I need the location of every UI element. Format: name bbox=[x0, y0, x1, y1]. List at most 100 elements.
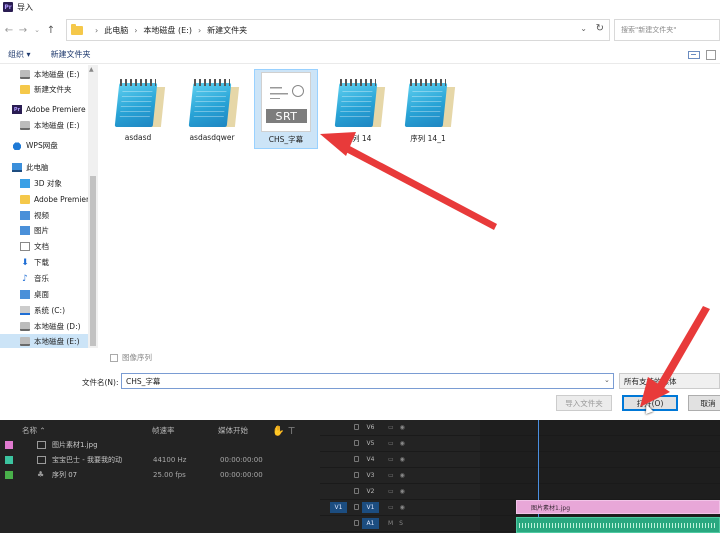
notepad-file-icon bbox=[401, 75, 456, 131]
desktop-icon bbox=[20, 290, 30, 299]
computer-icon bbox=[12, 163, 22, 172]
srt-file-icon: SRT bbox=[261, 72, 311, 132]
new-folder-button[interactable]: 新建文件夹 bbox=[51, 49, 91, 60]
lock-icon bbox=[354, 456, 359, 462]
premiere-logo-icon: Pr bbox=[3, 2, 13, 12]
sidebar-item[interactable]: ♪ 音乐 bbox=[20, 271, 49, 286]
lock-icon bbox=[354, 488, 359, 494]
picture-icon bbox=[20, 226, 30, 235]
track-v2[interactable]: V2 ▭◉ bbox=[320, 484, 720, 500]
cancel-button[interactable]: 取消 bbox=[688, 395, 720, 411]
hand-tool-icon[interactable]: ✋ bbox=[272, 426, 288, 437]
srt-badge: SRT bbox=[266, 109, 307, 123]
chevron-right-icon: › bbox=[197, 25, 202, 35]
sidebar-item[interactable]: 图片 bbox=[20, 223, 49, 238]
search-input[interactable]: 搜索"新建文件夹" bbox=[614, 19, 720, 41]
project-row[interactable]: 宝宝巴士 - 我要我的动 44100 Hz 00:00:00:00 bbox=[0, 452, 263, 467]
recent-chevron-icon[interactable]: ⌄ bbox=[30, 21, 44, 39]
video-clip-icon bbox=[37, 455, 46, 464]
track-v3[interactable]: V3 ▭◉ bbox=[320, 468, 720, 484]
audio-clip[interactable] bbox=[516, 517, 720, 533]
filename-label: 文件名(N): bbox=[82, 378, 119, 387]
view-options-icon[interactable] bbox=[688, 51, 700, 59]
refresh-icon[interactable]: ↻ bbox=[596, 23, 604, 34]
label-color-swatch bbox=[5, 470, 13, 479]
track-toggle-icons: ▭◉ bbox=[388, 488, 411, 495]
document-icon bbox=[20, 242, 30, 251]
forward-arrow-icon[interactable]: → bbox=[16, 21, 30, 39]
drive-icon bbox=[20, 337, 30, 346]
image-sequence-checkbox[interactable] bbox=[110, 353, 118, 362]
track-v5[interactable]: V5 ▭◉ bbox=[320, 436, 720, 452]
track-v6[interactable]: V6 ▭◉ bbox=[320, 420, 720, 436]
folder-icon bbox=[20, 195, 30, 204]
file-item[interactable]: 序列 14_1 bbox=[396, 71, 460, 151]
file-item[interactable]: asdasd bbox=[106, 71, 170, 151]
sequence-icon: ♣ bbox=[37, 469, 45, 479]
sidebar-item[interactable]: ⬇ 下载 bbox=[20, 255, 49, 270]
sidebar-item[interactable]: 文档 bbox=[20, 239, 49, 254]
back-arrow-icon[interactable]: ← bbox=[2, 21, 16, 39]
track-toggle-icons: ▭◉ bbox=[388, 456, 411, 463]
file-item[interactable]: 序列 14 bbox=[326, 71, 390, 151]
navigation-pane: 本地磁盘 (E:) 新建文件夹 Pr Adobe Premiere 本地磁盘 (E… bbox=[0, 65, 98, 348]
file-type-select[interactable]: 所有支持的媒体 bbox=[619, 373, 720, 389]
address-bar[interactable]: › 此电脑 › 本地磁盘 (E:) › 新建文件夹 ⌄ ↻ bbox=[66, 19, 610, 41]
column-framerate[interactable]: 帧速率 bbox=[152, 425, 175, 436]
type-tool-icon[interactable]: T bbox=[288, 426, 298, 437]
sidebar-item[interactable]: 视频 bbox=[20, 208, 49, 223]
drive-icon bbox=[20, 322, 30, 331]
file-item-selected[interactable]: SRT CHS_字幕 bbox=[254, 69, 318, 149]
column-name[interactable]: 名称 ⌃ bbox=[22, 425, 46, 436]
sidebar-item-selected[interactable]: 本地磁盘 (E:) bbox=[0, 334, 88, 348]
source-patch-v1: V1 bbox=[330, 502, 347, 513]
sidebar-item[interactable]: 新建文件夹 bbox=[20, 82, 72, 97]
scroll-up-arrow-icon[interactable]: ▲ bbox=[89, 66, 94, 73]
track-v4[interactable]: V4 ▭◉ bbox=[320, 452, 720, 468]
project-panel: 名称 ⌃ 帧速率 媒体开始 图片素材1.jpg 宝宝巴士 - 我要我的动 441… bbox=[0, 420, 263, 533]
video-clip[interactable]: 图片素材1.jpg bbox=[516, 500, 720, 514]
sidebar-item[interactable]: 桌面 bbox=[20, 287, 49, 302]
drive-icon bbox=[20, 70, 30, 79]
filename-input[interactable]: CHS_字幕 bbox=[121, 373, 614, 389]
cube-icon bbox=[20, 179, 30, 188]
file-item[interactable]: asdasdqwer bbox=[180, 71, 244, 151]
up-arrow-icon[interactable]: ↑ bbox=[44, 21, 58, 39]
label-color-swatch bbox=[5, 440, 13, 449]
sidebar-item[interactable]: Adobe Premiere bbox=[20, 192, 94, 207]
chevron-down-icon[interactable]: ⌄ bbox=[604, 376, 610, 384]
track-toggle-icons: ▭◉ bbox=[388, 424, 411, 431]
lock-icon bbox=[354, 424, 359, 430]
breadcrumb-item[interactable]: 本地磁盘 (E:) bbox=[143, 25, 192, 36]
sidebar-item[interactable]: 3D 对象 bbox=[20, 176, 62, 191]
image-icon bbox=[37, 440, 46, 449]
sidebar-item[interactable]: WPS网盘 bbox=[12, 138, 58, 153]
chevron-right-icon: › bbox=[95, 25, 99, 35]
toolbar: 组织 ▾ 新建文件夹 bbox=[0, 46, 720, 64]
sidebar-item[interactable]: 本地磁盘 (D:) bbox=[20, 319, 81, 334]
project-row[interactable]: ♣ 序列 07 25.00 fps 00:00:00:00 bbox=[0, 467, 263, 482]
project-row[interactable]: 图片素材1.jpg bbox=[0, 437, 260, 452]
breadcrumb-item[interactable]: 新建文件夹 bbox=[207, 25, 247, 36]
sidebar-item[interactable]: 此电脑 bbox=[12, 160, 49, 175]
preview-pane-icon[interactable] bbox=[706, 50, 716, 60]
column-media-start[interactable]: 媒体开始 bbox=[218, 425, 248, 436]
image-sequence-option[interactable]: 图像序列 bbox=[110, 352, 152, 363]
folder-icon bbox=[20, 85, 30, 94]
breadcrumb-item[interactable]: 此电脑 bbox=[104, 25, 128, 36]
sidebar-item[interactable]: 系统 (C:) bbox=[20, 303, 65, 318]
lock-icon bbox=[354, 440, 359, 446]
organize-menu[interactable]: 组织 ▾ bbox=[8, 49, 31, 60]
chevron-down-icon[interactable]: ⌄ bbox=[580, 24, 587, 33]
sidebar-scroll-thumb[interactable] bbox=[90, 176, 96, 346]
music-icon: ♪ bbox=[22, 273, 28, 284]
sidebar-item[interactable]: 本地磁盘 (E:) bbox=[20, 118, 80, 133]
import-folder-button[interactable]: 导入文件夹 bbox=[556, 395, 612, 411]
premiere-icon: Pr bbox=[12, 105, 22, 114]
track-toggle-icons: ▭◉ bbox=[388, 504, 411, 511]
sidebar-item[interactable]: Pr Adobe Premiere bbox=[12, 102, 86, 117]
sidebar-item[interactable]: 本地磁盘 (E:) bbox=[20, 67, 80, 82]
notepad-file-icon bbox=[331, 75, 386, 131]
lock-icon bbox=[354, 472, 359, 478]
project-columns-header: 名称 ⌃ 帧速率 媒体开始 bbox=[0, 423, 260, 437]
